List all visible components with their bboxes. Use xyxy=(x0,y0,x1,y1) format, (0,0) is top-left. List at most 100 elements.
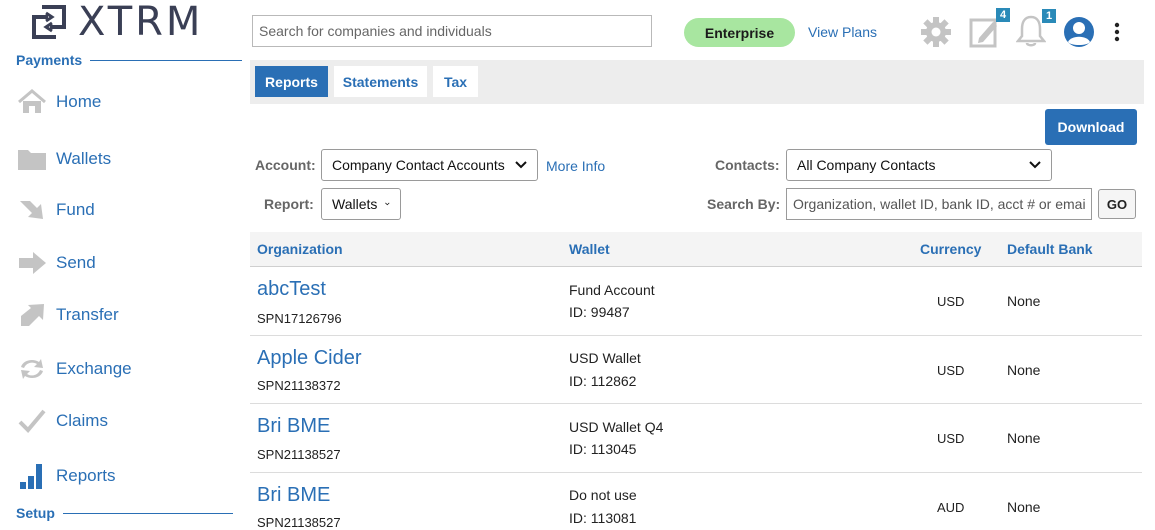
wallet-name: USD Wallet xyxy=(569,350,641,366)
account-select-value: Company Contact Accounts xyxy=(332,157,505,173)
payments-header-label: Payments xyxy=(16,52,83,68)
plan-badge: Enterprise xyxy=(684,18,795,47)
sidebar-item-send[interactable]: Send xyxy=(16,249,96,277)
download-button[interactable]: Download xyxy=(1045,109,1137,145)
organization-id: SPN21138372 xyxy=(257,378,341,393)
tasks-count-badge: 4 xyxy=(996,8,1010,22)
chevron-down-icon xyxy=(1029,161,1041,169)
gear-icon xyxy=(921,17,951,47)
notifications-count-badge: 1 xyxy=(1042,9,1056,23)
sidebar-item-label: Exchange xyxy=(56,359,132,378)
table-row[interactable]: Apple Cider SPN21138372 USD Wallet ID: 1… xyxy=(250,336,1142,404)
wallet-name: Fund Account xyxy=(569,282,655,298)
organization-link[interactable]: abcTest xyxy=(257,278,326,301)
table-row[interactable]: Bri BME SPN21138527 USD Wallet Q4 ID: 11… xyxy=(250,404,1142,473)
sidebar-item-reports[interactable]: Reports xyxy=(16,462,116,490)
table-row[interactable]: Bri BME SPN21138527 Do not use ID: 11308… xyxy=(250,473,1142,530)
notifications-button[interactable]: 1 xyxy=(1016,8,1060,48)
currency-value: USD xyxy=(937,431,965,446)
send-arrow-icon xyxy=(16,249,48,277)
tasks-button[interactable]: 4 xyxy=(969,8,1010,48)
contacts-label: Contacts: xyxy=(715,157,780,173)
table-header: Organization Wallet Currency Default Ban… xyxy=(250,232,1142,267)
sidebar-item-label: Claims xyxy=(56,411,108,430)
report-select[interactable]: Wallets xyxy=(321,188,401,220)
transfer-arrow-icon xyxy=(16,301,48,329)
sidebar-item-home[interactable]: Home xyxy=(16,88,101,116)
default-bank-value: None xyxy=(1007,430,1041,446)
tab-statements[interactable]: Statements xyxy=(334,66,427,97)
currency-value: USD xyxy=(937,294,965,309)
organization-link[interactable]: Bri BME xyxy=(257,415,330,438)
column-header-currency[interactable]: Currency xyxy=(920,241,981,257)
default-bank-value: None xyxy=(1007,293,1041,309)
bar-chart-icon xyxy=(16,462,48,490)
wallet-id: ID: 99487 xyxy=(569,304,630,320)
payments-header-divider xyxy=(90,59,243,61)
folder-icon xyxy=(16,145,48,173)
more-menu-button[interactable] xyxy=(1110,22,1124,49)
payments-section-header: Payments xyxy=(16,52,243,68)
sidebar-item-wallets[interactable]: Wallets xyxy=(16,145,111,173)
sidebar-item-label: Send xyxy=(56,253,96,272)
report-select-value: Wallets xyxy=(332,196,378,212)
global-search-input[interactable] xyxy=(252,15,652,47)
fund-arrow-icon xyxy=(16,196,48,224)
wallet-name: Do not use xyxy=(569,487,637,503)
chevron-down-icon xyxy=(515,161,527,169)
setup-header-divider xyxy=(62,512,233,514)
currency-value: AUD xyxy=(937,500,965,515)
view-plans-link[interactable]: View Plans xyxy=(808,24,877,40)
sidebar-item-fund[interactable]: Fund xyxy=(16,196,95,224)
tab-reports[interactable]: Reports xyxy=(255,66,328,97)
user-avatar-icon xyxy=(1064,17,1094,47)
sidebar-item-claims[interactable]: Claims xyxy=(16,407,108,435)
logo-text: XTRM xyxy=(78,0,204,45)
setup-header-label: Setup xyxy=(16,505,55,521)
organization-id: SPN21138527 xyxy=(257,447,341,462)
organization-id: SPN21138527 xyxy=(257,515,341,530)
sidebar-item-label: Transfer xyxy=(56,305,119,324)
sidebar-item-exchange[interactable]: Exchange xyxy=(16,355,132,383)
organization-id: SPN17126796 xyxy=(257,311,342,326)
user-avatar-button[interactable] xyxy=(1063,16,1095,53)
more-info-link[interactable]: More Info xyxy=(546,158,605,174)
search-by-label: Search By: xyxy=(707,196,781,212)
table-row[interactable]: abcTest SPN17126796 Fund Account ID: 994… xyxy=(250,267,1142,336)
organization-link[interactable]: Apple Cider xyxy=(257,347,362,370)
report-tabs: Reports Statements Tax xyxy=(250,60,1144,104)
go-button[interactable]: GO xyxy=(1098,189,1136,219)
chevron-down-icon xyxy=(385,202,390,206)
report-label: Report: xyxy=(264,196,314,212)
column-header-wallet[interactable]: Wallet xyxy=(569,241,610,257)
sidebar-item-label: Home xyxy=(56,92,102,111)
wallet-id: ID: 113081 xyxy=(569,510,637,526)
exchange-icon xyxy=(16,355,48,383)
sidebar-item-label: Wallets xyxy=(56,149,112,168)
wallet-id: ID: 113045 xyxy=(569,441,637,457)
home-icon xyxy=(16,88,48,116)
kebab-menu-icon xyxy=(1114,22,1120,42)
default-bank-value: None xyxy=(1007,499,1041,515)
logo-mark-icon xyxy=(32,5,66,39)
sidebar-item-transfer[interactable]: Transfer xyxy=(16,301,119,329)
xtrm-logo[interactable]: XTRM xyxy=(28,2,203,42)
checkmark-icon xyxy=(16,407,48,435)
contacts-select-value: All Company Contacts xyxy=(797,157,936,173)
default-bank-value: None xyxy=(1007,362,1041,378)
settings-button[interactable] xyxy=(919,15,953,54)
account-label: Account: xyxy=(255,157,316,173)
sidebar-item-label: Reports xyxy=(56,466,116,485)
account-select[interactable]: Company Contact Accounts xyxy=(321,149,538,181)
sidebar-item-label: Fund xyxy=(56,200,95,219)
organization-link[interactable]: Bri BME xyxy=(257,484,330,507)
column-header-default-bank[interactable]: Default Bank xyxy=(1007,241,1093,257)
tab-tax[interactable]: Tax xyxy=(433,66,478,97)
contacts-select[interactable]: All Company Contacts xyxy=(786,149,1052,181)
wallet-id: ID: 112862 xyxy=(569,373,637,389)
search-by-input[interactable] xyxy=(786,188,1092,220)
wallet-name: USD Wallet Q4 xyxy=(569,419,664,435)
setup-section-header: Setup xyxy=(16,505,233,521)
column-header-organization[interactable]: Organization xyxy=(257,241,343,257)
currency-value: USD xyxy=(937,363,965,378)
